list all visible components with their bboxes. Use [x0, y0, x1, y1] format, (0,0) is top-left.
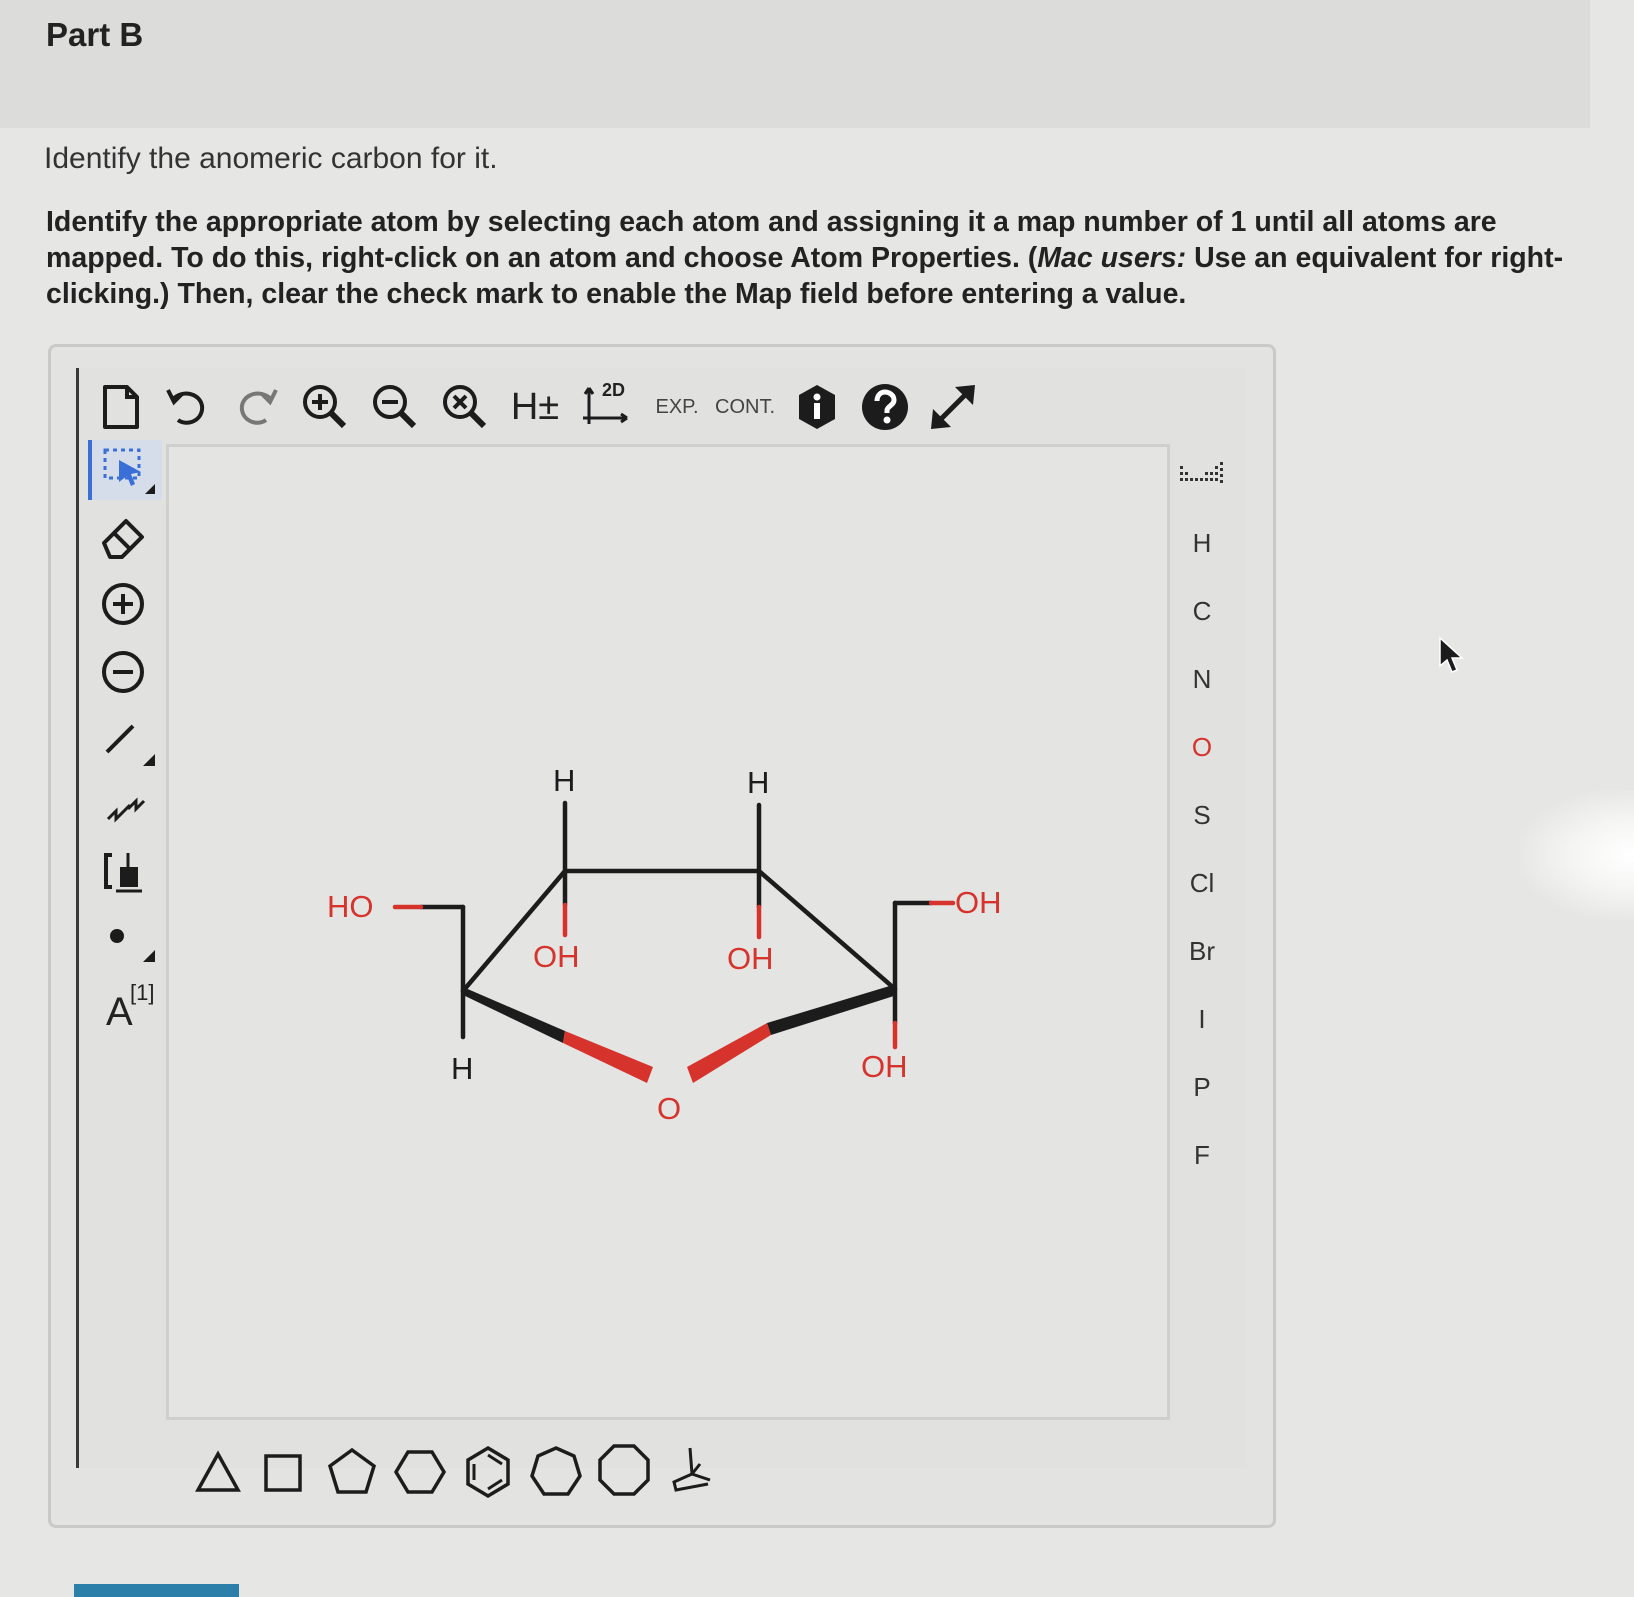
- select-tool[interactable]: [88, 440, 162, 500]
- help-button[interactable]: [856, 378, 914, 436]
- undo-icon: [166, 389, 205, 425]
- positive-charge-tool[interactable]: [88, 574, 158, 634]
- radical-tool[interactable]: [88, 906, 158, 966]
- element-s[interactable]: S: [1172, 800, 1232, 831]
- cyclooctane-template-icon[interactable]: [592, 1440, 656, 1504]
- atom-map-tool[interactable]: A [1]: [88, 974, 158, 1034]
- minus-charge-icon: [102, 651, 144, 693]
- header-band: [0, 0, 1590, 128]
- fullscreen-button[interactable]: [924, 378, 982, 436]
- zoom-in-icon: [303, 385, 347, 429]
- label-oh-c2[interactable]: OH: [861, 1049, 908, 1084]
- mouse-cursor-icon: [1439, 636, 1464, 673]
- plus-charge-icon: [102, 583, 144, 625]
- new-document-button[interactable]: [92, 378, 150, 436]
- cyclohexane-template-icon[interactable]: [388, 1440, 452, 1504]
- bond-tool[interactable]: [88, 710, 158, 770]
- cyclobutane-template-icon[interactable]: [252, 1440, 316, 1504]
- element-o[interactable]: O: [1172, 732, 1232, 763]
- periodic-table-button[interactable]: [1172, 460, 1232, 497]
- new-document-icon: [103, 385, 139, 429]
- clean-2d-label: 2D: [602, 380, 626, 400]
- element-p[interactable]: P: [1172, 1072, 1232, 1103]
- instr-text-italic: Mac users:: [1037, 242, 1187, 274]
- element-c[interactable]: C: [1172, 596, 1232, 627]
- benzene-template-icon[interactable]: [456, 1440, 520, 1504]
- help-icon: [862, 384, 908, 430]
- label-h-c4[interactable]: H: [553, 763, 575, 798]
- cyclopentane-template-icon[interactable]: [320, 1440, 384, 1504]
- wedge-c5-o-red[interactable]: [563, 1031, 653, 1083]
- element-n[interactable]: N: [1172, 664, 1232, 695]
- expand-button[interactable]: EXP.: [648, 378, 706, 436]
- label-h-c3[interactable]: H: [747, 765, 769, 800]
- undo-button[interactable]: [158, 378, 216, 436]
- zoom-out-icon: [373, 385, 417, 429]
- redo-icon: [239, 389, 278, 425]
- info-icon: [799, 385, 835, 429]
- cyclopropane-template-icon[interactable]: [186, 1440, 250, 1504]
- zoom-reset-icon: [443, 385, 487, 429]
- contract-button[interactable]: CONT.: [715, 378, 775, 436]
- wedge-o-c2-red[interactable]: [687, 1023, 771, 1083]
- clean-2d-button[interactable]: 2D: [576, 378, 634, 436]
- zoom-in-button[interactable]: [296, 378, 354, 436]
- screen-glare: [1520, 790, 1634, 920]
- zoom-reset-button[interactable]: [436, 378, 494, 436]
- label-ho-left[interactable]: HO: [327, 889, 374, 924]
- label-oh-c4[interactable]: OH: [533, 939, 580, 974]
- label-h-c5[interactable]: H: [451, 1051, 473, 1086]
- negative-charge-tool[interactable]: [88, 642, 158, 702]
- fullscreen-icon: [931, 385, 975, 429]
- element-br[interactable]: Br: [1172, 936, 1232, 967]
- periodic-table-icon: [1180, 462, 1223, 483]
- label-ring-o[interactable]: O: [657, 1091, 681, 1126]
- lasso-select-icon: [103, 448, 155, 494]
- chain-icon: [106, 797, 146, 823]
- redo-button[interactable]: [228, 378, 286, 436]
- element-cl[interactable]: Cl: [1172, 868, 1232, 899]
- info-button[interactable]: [788, 378, 846, 436]
- eraser-icon: [102, 519, 144, 559]
- chain-tool[interactable]: [88, 778, 158, 838]
- eraser-tool[interactable]: [88, 506, 158, 566]
- atom-map-index: [1]: [130, 980, 155, 1005]
- element-h[interactable]: H: [1172, 528, 1232, 559]
- single-bond-icon: [105, 724, 155, 766]
- element-f[interactable]: F: [1172, 1140, 1232, 1171]
- bond-c3-c2[interactable]: [756, 868, 898, 992]
- zoom-out-button[interactable]: [366, 378, 424, 436]
- drawing-canvas[interactable]: HO H OH H OH OH H OH O: [166, 444, 1170, 1420]
- submit-button-edge[interactable]: [74, 1584, 239, 1597]
- element-i[interactable]: I: [1172, 1004, 1232, 1035]
- question-instructions: Identify the appropriate atom by selecti…: [46, 204, 1586, 312]
- atom-map-label: A: [106, 990, 133, 1034]
- label-oh-c3[interactable]: OH: [727, 941, 774, 976]
- chair-template-icon[interactable]: [660, 1440, 724, 1504]
- bracket-icon: [104, 853, 142, 893]
- hydrogen-toggle-button[interactable]: H±: [506, 378, 564, 436]
- wedge-c5-o-dark[interactable]: [463, 987, 565, 1043]
- wedge-o-c2-dark[interactable]: [767, 985, 897, 1035]
- part-title: Part B: [46, 16, 144, 53]
- radical-dot-icon: [110, 929, 155, 962]
- label-oh-right[interactable]: OH: [955, 885, 1002, 920]
- question-prompt: Identify the anomeric carbon for it.: [44, 142, 498, 175]
- bracket-tool[interactable]: [88, 842, 158, 902]
- cycloheptane-template-icon[interactable]: [524, 1440, 588, 1504]
- molecule-structure[interactable]: HO H OH H OH OH H OH O: [169, 447, 1167, 1417]
